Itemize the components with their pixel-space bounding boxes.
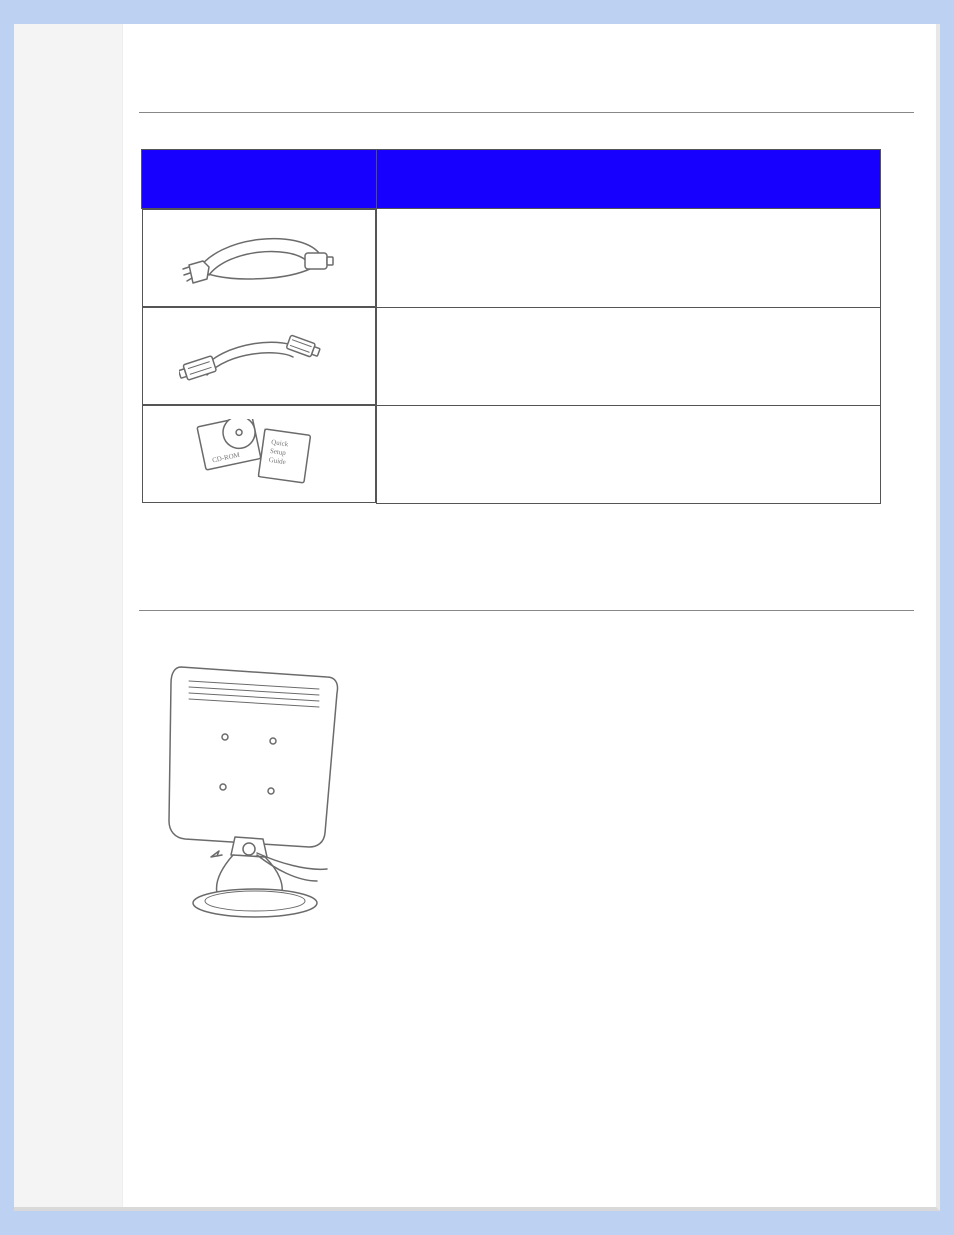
signal-cable-desc (376, 307, 881, 405)
rule-2 (139, 610, 914, 611)
monitor-rear-icon (139, 647, 359, 927)
power-cord-desc (376, 209, 881, 308)
table-row: CD-ROM Quick Setup Guide (142, 405, 881, 503)
table-row (142, 307, 881, 405)
table-header-desc (376, 150, 881, 209)
main-content: CD-ROM Quick Setup Guide (123, 24, 936, 1207)
rule-1 (139, 112, 914, 113)
cd-and-guide-icon: CD-ROM Quick Setup Guide (179, 419, 339, 489)
signal-cable-cell (142, 307, 376, 405)
table-header-row (142, 150, 881, 209)
table-row (142, 209, 881, 308)
table-header-item (142, 150, 377, 209)
monitor-rear-figure (139, 647, 914, 932)
document-sheet: CD-ROM Quick Setup Guide (14, 24, 940, 1211)
cd-guide-desc (376, 405, 881, 503)
power-cord-icon (179, 223, 339, 293)
left-sidebar (14, 24, 123, 1207)
signal-cable-icon (179, 321, 339, 391)
page-background: CD-ROM Quick Setup Guide (0, 0, 954, 1235)
power-cord-cell (142, 209, 376, 307)
parts-table: CD-ROM Quick Setup Guide (141, 149, 881, 504)
cd-guide-cell: CD-ROM Quick Setup Guide (142, 405, 376, 503)
